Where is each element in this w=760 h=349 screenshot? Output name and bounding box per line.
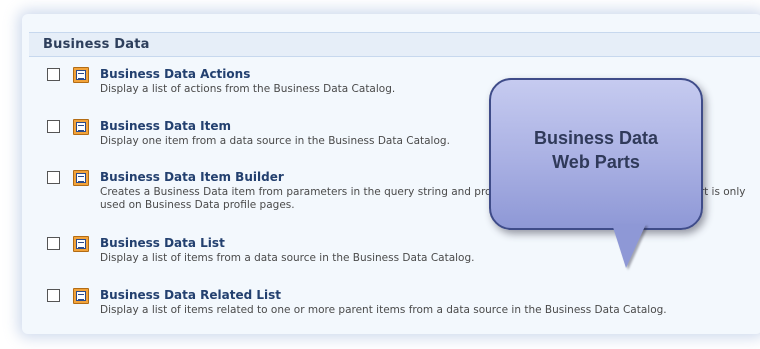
list-item-business-data-related-list: Business Data Related List Display a lis… xyxy=(47,288,757,328)
item-description: Display a list of items related to one o… xyxy=(100,304,667,316)
item-title: Business Data Related List xyxy=(100,288,282,302)
callout-text: Business Data Web Parts xyxy=(489,126,703,174)
web-part-icon xyxy=(73,67,89,83)
web-part-icon xyxy=(73,236,89,252)
checkbox[interactable] xyxy=(47,171,60,184)
item-title: Business Data Item Builder xyxy=(100,170,284,184)
list-item-business-data-list: Business Data List Display a list of ite… xyxy=(47,236,757,276)
web-part-icon xyxy=(73,170,89,186)
checkbox[interactable] xyxy=(47,237,60,250)
item-description: Display a list of items from a data sour… xyxy=(100,252,475,264)
checkbox[interactable] xyxy=(47,120,60,133)
item-title: Business Data Item xyxy=(100,119,232,133)
web-part-icon xyxy=(73,119,89,135)
callout-tail xyxy=(612,224,646,268)
web-part-icon xyxy=(73,288,89,304)
item-title: Business Data List xyxy=(100,236,225,250)
checkbox[interactable] xyxy=(47,289,60,302)
section-title: Business Data xyxy=(43,37,150,52)
checkbox[interactable] xyxy=(47,68,60,81)
section-header: Business Data xyxy=(29,32,760,57)
callout-line-2: Web Parts xyxy=(552,152,640,172)
item-title: Business Data Actions xyxy=(100,67,251,81)
callout-line-1: Business Data xyxy=(533,128,659,148)
